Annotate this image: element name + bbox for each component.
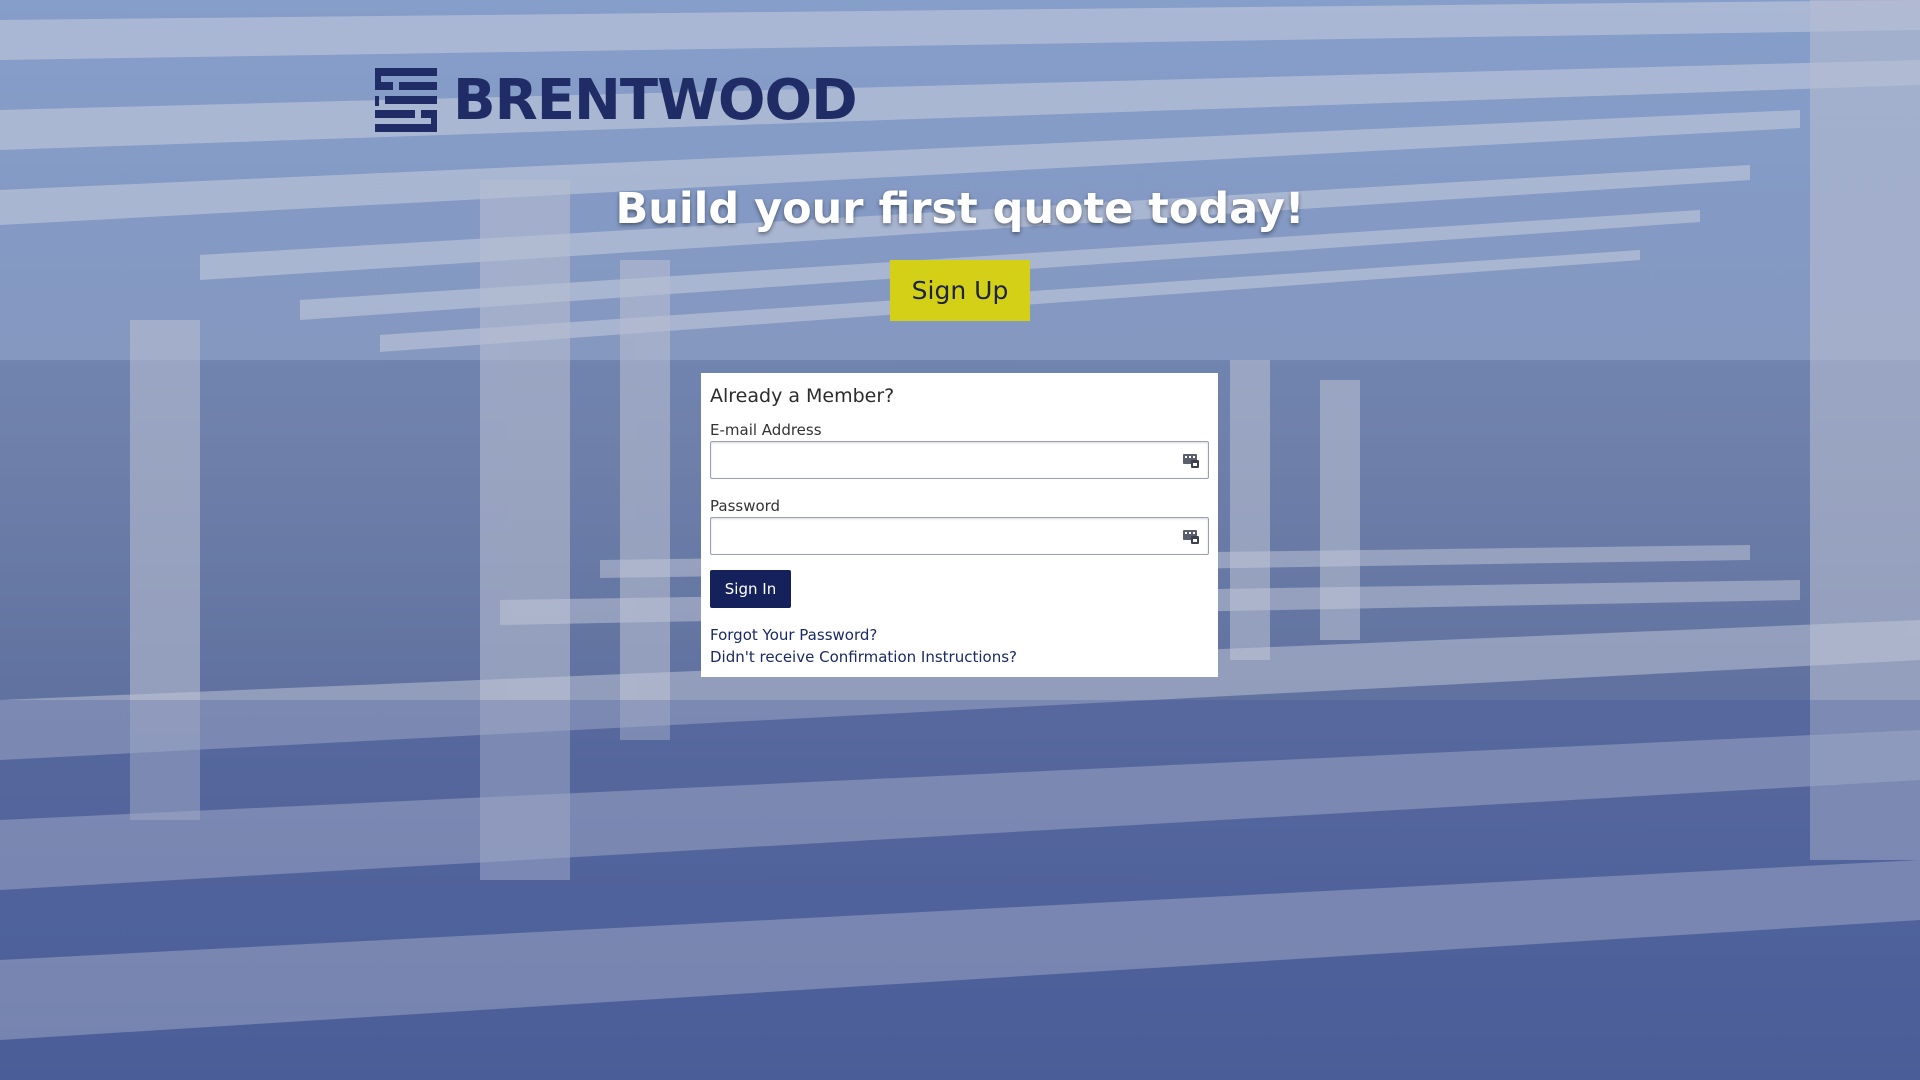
- email-field[interactable]: [710, 441, 1209, 479]
- password-field[interactable]: [710, 517, 1209, 555]
- login-page: BRENTWOOD Build your first quote today! …: [0, 0, 1920, 1080]
- sign-up-button[interactable]: Sign Up: [890, 260, 1030, 321]
- forgot-password-link[interactable]: Forgot Your Password?: [710, 624, 1209, 646]
- autofill-icon[interactable]: [1183, 528, 1199, 544]
- email-field-wrapper: [710, 441, 1209, 479]
- login-card: Already a Member? E-mail Address Passwor…: [701, 373, 1218, 677]
- password-label: Password: [710, 497, 781, 515]
- page-headline: Build your first quote today!: [615, 184, 1305, 234]
- login-help-links: Forgot Your Password? Didn't receive Con…: [710, 624, 1209, 668]
- brentwood-logo-mark-icon: [375, 68, 437, 132]
- email-label: E-mail Address: [710, 421, 822, 439]
- resend-confirmation-link[interactable]: Didn't receive Confirmation Instructions…: [710, 646, 1209, 668]
- sign-in-button[interactable]: Sign In: [710, 570, 791, 608]
- brand-logo[interactable]: BRENTWOOD: [375, 68, 858, 134]
- login-card-title: Already a Member?: [710, 385, 895, 407]
- brand-name: BRENTWOOD: [453, 68, 858, 133]
- password-field-wrapper: [710, 517, 1209, 555]
- autofill-icon[interactable]: [1183, 452, 1199, 468]
